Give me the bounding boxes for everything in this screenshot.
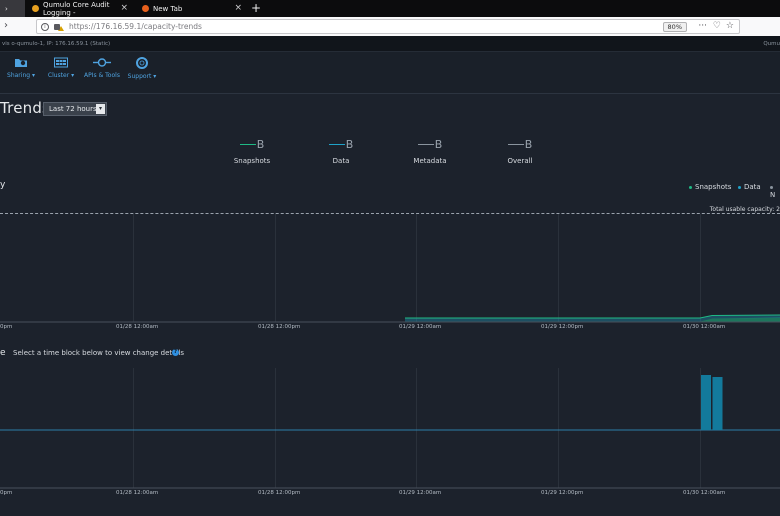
summary-label: Data [332,157,350,165]
capacity-chart[interactable]: 0pm 01/28 12:00am 01/28 12:00pm 01/29 12… [0,214,780,334]
menu-label: Support [127,73,152,80]
browser-tab-new-tab[interactable]: New Tab × [137,0,247,17]
x-tick-label: 01/28 12:00am [116,324,159,330]
x-tick-label: 0pm [0,490,13,496]
x-tick-label: 01/29 12:00pm [541,490,584,496]
menu-sharing[interactable]: Sharing ▾ [6,57,36,79]
summary-value: B [256,138,265,151]
cluster-icon [54,57,68,68]
summary-snapshots: B Snapshots [217,138,287,165]
summary-value: B [524,138,533,151]
legend-label: N [770,191,776,199]
x-tick-label: 01/30 12:00am [683,324,726,330]
x-tick-label: 01/29 12:00pm [541,324,584,330]
time-range-select[interactable]: Last 72 hours ▾ [43,102,107,116]
summary-value: B [434,138,443,151]
qumulo-favicon-icon [32,5,39,12]
change-bar[interactable] [712,377,723,430]
menu-apis-tools[interactable]: APIs & Tools [83,57,121,79]
cluster-status-bar: vis o-qumulo-1, IP: 176.16.59.1 (Static)… [0,36,780,52]
legend-snapshots[interactable]: Snapshots [689,183,731,191]
app-main-menu: Sharing ▾ Cluster ▾ APIs & Tools Support… [0,52,780,94]
summary-value: B [345,138,354,151]
lock-icon[interactable] [54,23,60,30]
summary-metadata: B Metadata [395,138,465,165]
back-arrow-icon[interactable]: › [4,20,8,31]
time-range-value: Last 72 hours [49,105,97,113]
summary-label: Snapshots [233,157,271,165]
tab-label: New Tab [153,4,183,13]
usable-capacity-label: Total usable capacity: 2 [709,206,780,213]
tab-end-glyph: › [5,4,8,13]
menu-label: APIs & Tools [84,72,120,79]
menu-cluster[interactable]: Cluster ▾ [46,57,76,79]
page-actions-icon[interactable]: ··· [698,21,707,31]
zoom-level-badge[interactable]: 80% [662,22,687,32]
browser-tab-qumulo[interactable]: Qumulo Core Audit Logging - × [27,0,133,17]
overall-swatch [507,144,524,145]
summary-label: Overall [507,157,533,165]
x-tick-label: 01/29 12:00am [399,490,442,496]
info-icon[interactable]: i [41,22,49,31]
menu-label: Cluster [47,72,70,79]
legend-metadata[interactable]: N [770,183,780,199]
legend-label: Data [744,183,761,191]
api-icon [93,58,111,67]
cluster-status-text: vis o-qumulo-1, IP: 176.16.59.1 (Static) [2,41,111,47]
legend-label: Snapshots [695,183,732,191]
change-chart[interactable]: 0pm 01/28 12:00am 01/28 12:00pm 01/29 12… [0,368,780,516]
legend-dot [770,185,773,189]
x-tick-label: 0pm [0,324,13,330]
close-tab-icon[interactable]: × [120,3,128,13]
summary-label: Metadata [413,157,447,165]
capacity-section-title: y [0,180,6,190]
change-section-hint: Select a time block below to view change… [13,349,185,357]
browser-nav-bar: › i https://176.16.59.1 /capacity-trends… [0,17,780,36]
legend-dot [689,185,692,189]
firefox-icon [142,5,149,12]
browser-tab-strip: › Qumulo Core Audit Logging - × New Tab … [0,0,780,17]
bookmark-star-icon[interactable]: ☆ [726,21,734,31]
metadata-swatch [417,144,434,145]
x-tick-label: 01/28 12:00pm [258,324,301,330]
change-bar-chart [0,375,780,489]
browser-tab-current[interactable]: › [0,0,25,17]
summary-overall: B Overall [485,138,555,165]
pocket-icon[interactable]: ♡ [713,21,721,31]
x-tick-label: 01/29 12:00am [399,324,442,330]
x-tick-label: 01/30 12:00am [683,490,726,496]
data-swatch [328,144,345,145]
menu-label: Sharing [7,72,31,79]
url-host: https://176.16.59.1 [69,22,142,31]
x-tick-label: 01/28 12:00am [116,490,159,496]
x-tick-label: 01/28 12:00pm [258,490,301,496]
help-icon[interactable]: ? [172,349,179,356]
user-menu-label[interactable]: Qumu [763,41,780,47]
close-tab-icon[interactable]: × [234,3,242,13]
change-bar[interactable] [701,375,711,430]
address-bar[interactable]: i https://176.16.59.1 /capacity-trends 8… [36,19,740,34]
new-tab-plus-icon[interactable]: + [251,1,261,15]
menu-support[interactable]: Support ▾ [126,57,158,80]
capacity-area-chart [0,314,780,323]
folder-icon [15,59,27,67]
legend-data[interactable]: Data [738,183,761,191]
url-path: /capacity-trends [141,22,202,31]
legend-dot [738,185,741,189]
snapshots-swatch [239,144,256,145]
summary-data: B Data [306,138,376,165]
change-section-title: e [0,348,6,358]
chevron-down-icon[interactable]: ▾ [96,104,105,114]
support-icon [136,57,148,69]
